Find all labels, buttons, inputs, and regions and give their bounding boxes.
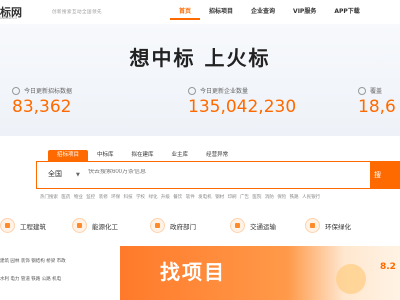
category-bar: 工程建筑 能源化工 政府部门 交通运输 环保绿化 [0, 206, 400, 246]
main-nav: 首页 招标项目 企业查询 VIP服务 APP下载 [170, 6, 369, 20]
stat-label: 覆盖 [370, 88, 383, 95]
brand-slogan: 创新搜索互动全国领先 [52, 10, 102, 15]
hero-section: 想中标 上火标 今日更新招标数据 83,362 今日更新企业数量 135,042… [0, 24, 400, 136]
tab-bid-projects[interactable]: 招标项目 [48, 150, 89, 161]
hero-title: 想中标 上火标 [129, 46, 271, 70]
building-icon [0, 218, 15, 233]
stat-bids: 今日更新招标数据 83,362 [12, 86, 72, 117]
nav-vip[interactable]: VIP服务 [284, 6, 325, 20]
tab-owners[interactable]: 业主库 [163, 150, 198, 161]
region-select[interactable]: 全国 [48, 169, 62, 179]
stat-label: 今日更新企业数量 [200, 88, 249, 95]
transport-icon [230, 218, 245, 233]
category-transport[interactable]: 交通运输 [230, 218, 276, 233]
search-button[interactable]: 搜 [370, 161, 400, 189]
nav-home[interactable]: 首页 [170, 6, 201, 20]
banner-date: 8.2 [380, 262, 396, 272]
category-label: 政府部门 [170, 222, 196, 231]
clock-icon [358, 86, 366, 95]
hot-searches[interactable]: 热门搜索 医药 物业 监控 装修 环保 科技 学校 绿化 升级 餐饮 软件 发电… [40, 194, 320, 200]
search-section: 招标项目 中标库 拟在建库 业主库 经营异常 全国 ▼ 搜 热门搜索 医药 物业… [0, 136, 400, 206]
bottom-section: 建筑 园林 装饰 钢结构 桥梁 市政 水利 电力 管道 铁路 公路 机电 找项目… [0, 246, 400, 300]
nav-app-download[interactable]: APP下载 [325, 6, 368, 20]
category-construction[interactable]: 工程建筑 [0, 218, 46, 233]
government-icon [150, 218, 165, 233]
category-environment[interactable]: 环保绿化 [305, 218, 351, 233]
category-energy[interactable]: 能源化工 [72, 218, 118, 233]
stat-coverage: 覆盖 18,6 [358, 86, 396, 117]
leaf-icon [305, 218, 320, 233]
category-label: 环保绿化 [325, 222, 351, 231]
banner-title: 找项目 [160, 260, 226, 284]
tab-winning-bids[interactable]: 中标库 [88, 150, 123, 161]
nav-projects[interactable]: 招标项目 [200, 6, 242, 20]
category-label: 工程建筑 [20, 222, 46, 231]
clock-icon [188, 86, 196, 95]
tab-planned-projects[interactable]: 拟在建库 [123, 150, 163, 161]
category-label: 能源化工 [92, 222, 118, 231]
category-label: 交通运输 [250, 222, 276, 231]
stat-value: 83,362 [12, 97, 72, 117]
subcategory-row[interactable]: 建筑 园林 装饰 钢结构 桥梁 市政 [0, 258, 66, 264]
stat-label: 今日更新招标数据 [24, 88, 73, 95]
subcategory-row[interactable]: 水利 电力 管道 铁路 公路 机电 [0, 276, 61, 282]
stat-companies: 今日更新企业数量 135,042,230 [188, 86, 296, 117]
banner-decoration [336, 264, 366, 294]
brand-domain: ubiao.cn [0, 15, 18, 20]
stat-value: 135,042,230 [188, 97, 297, 117]
top-bar: 标网 ubiao.cn 创新搜索互动全国领先 首页 招标项目 企业查询 VIP服… [0, 0, 400, 24]
search-box [36, 161, 370, 189]
chevron-down-icon[interactable]: ▼ [76, 172, 80, 178]
tab-abnormal[interactable]: 经营异常 [197, 150, 237, 161]
energy-icon [72, 218, 87, 233]
search-input[interactable] [88, 169, 288, 175]
nav-company-search[interactable]: 企业查询 [242, 6, 284, 20]
stat-value: 18,6 [358, 97, 396, 117]
clock-icon [12, 86, 20, 95]
search-tabs: 招标项目 中标库 拟在建库 业主库 经营异常 [48, 150, 237, 161]
category-government[interactable]: 政府部门 [150, 218, 196, 233]
